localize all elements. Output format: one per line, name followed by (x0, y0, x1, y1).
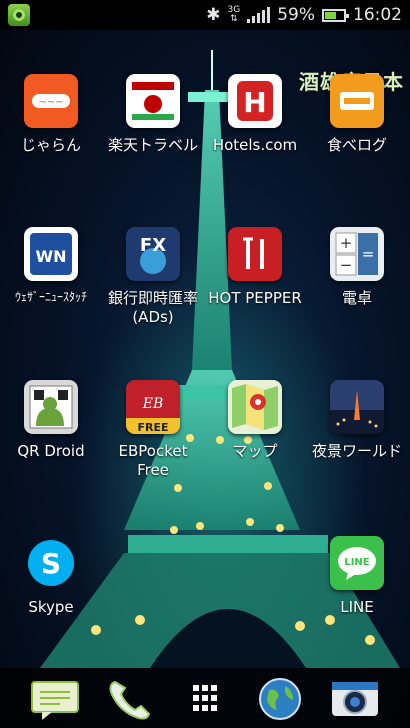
weathernews-icon: WN (24, 227, 78, 281)
calculator-icon: + − = (330, 227, 384, 281)
svg-text:WN: WN (35, 247, 66, 266)
tabelog-icon (330, 74, 384, 128)
app-label: HOT PEPPER (208, 289, 302, 307)
svg-text:H: H (243, 86, 266, 119)
app-label: LINE (340, 598, 374, 616)
svg-text:FX: FX (140, 235, 166, 256)
app-weathernews[interactable]: WN ｳｪｻﾞｰﾆｭｰｽﾀｯﾁ (1, 227, 101, 306)
app-skype[interactable]: S Skype (1, 536, 101, 617)
fx-rates-icon: FX (126, 227, 180, 281)
network-3g-icon: 3G ⇅ (227, 5, 241, 24)
battery-percent: 59% (277, 5, 315, 25)
jalan-icon: ~~~ (24, 74, 78, 128)
signal-strength-icon (247, 7, 271, 23)
camera-icon[interactable] (330, 676, 380, 722)
svg-text:FREE: FREE (137, 421, 168, 434)
app-qr-droid[interactable]: QR Droid (1, 380, 101, 461)
app-tabelog[interactable]: 食べログ (307, 74, 407, 155)
clock: 16:02 (353, 5, 402, 25)
rakuten-travel-icon (126, 74, 180, 128)
browser-globe-icon[interactable] (255, 676, 305, 722)
app-maps[interactable]: マップ (205, 380, 305, 461)
qr-droid-icon (24, 380, 78, 434)
svg-text:LINE: LINE (344, 557, 369, 568)
app-ebpocket[interactable]: FREE EB EBPocket Free (103, 380, 203, 480)
app-hotpepper[interactable]: HOT PEPPER (205, 227, 305, 308)
svg-text:+: + (340, 234, 353, 252)
app-rakuten-travel[interactable]: 楽天トラベル (103, 74, 203, 155)
status-icons: ✱ 3G ⇅ 59% 16:02 (206, 0, 402, 30)
status-bar: ✱ 3G ⇅ 59% 16:02 (0, 0, 410, 30)
ebpocket-icon: FREE EB (126, 380, 180, 434)
app-drawer-icon[interactable] (180, 676, 230, 722)
messages-icon[interactable] (30, 676, 80, 722)
app-label: 電卓 (341, 289, 372, 307)
app-label: マップ (232, 442, 278, 460)
app-hotels-com[interactable]: H Hotels.com (205, 74, 305, 155)
app-label: 夜景ワールド (311, 442, 402, 460)
svg-text:EB: EB (142, 396, 164, 412)
app-calculator[interactable]: + − = 電卓 (307, 227, 407, 308)
bluetooth-icon: ✱ (206, 5, 221, 25)
night-view-icon (330, 380, 384, 434)
hotels-icon: H (228, 74, 282, 128)
dock (0, 668, 410, 728)
svg-text:S: S (41, 547, 61, 580)
phone-icon[interactable] (105, 676, 155, 722)
maps-icon (228, 380, 282, 434)
svg-text:=: = (362, 245, 375, 263)
app-label: 食べログ (326, 136, 387, 154)
app-night-view[interactable]: 夜景ワールド (307, 380, 407, 461)
app-label: ｳｪｻﾞｰﾆｭｰｽﾀｯﾁ (14, 290, 87, 304)
app-label: じゃらん (20, 136, 81, 154)
hotpepper-icon (228, 227, 282, 281)
notification-app-icon (8, 4, 30, 26)
app-label: 楽天トラベル (107, 136, 198, 154)
app-label: Hotels.com (212, 136, 298, 154)
line-icon: LINE (330, 536, 384, 590)
app-label: QR Droid (17, 442, 85, 460)
app-fx-rates[interactable]: FX 銀行即時匯率(ADs) (103, 227, 203, 327)
app-label: EBPocket Free (118, 442, 188, 479)
svg-text:~~~: ~~~ (38, 97, 63, 108)
battery-icon (322, 8, 349, 22)
skype-icon: S (24, 536, 78, 590)
app-label: Skype (28, 598, 74, 616)
app-label: 銀行即時匯率(ADs) (107, 289, 198, 326)
svg-text:−: − (340, 256, 353, 274)
app-line[interactable]: LINE LINE (307, 536, 407, 617)
app-jalan[interactable]: ~~~ じゃらん (1, 74, 101, 155)
